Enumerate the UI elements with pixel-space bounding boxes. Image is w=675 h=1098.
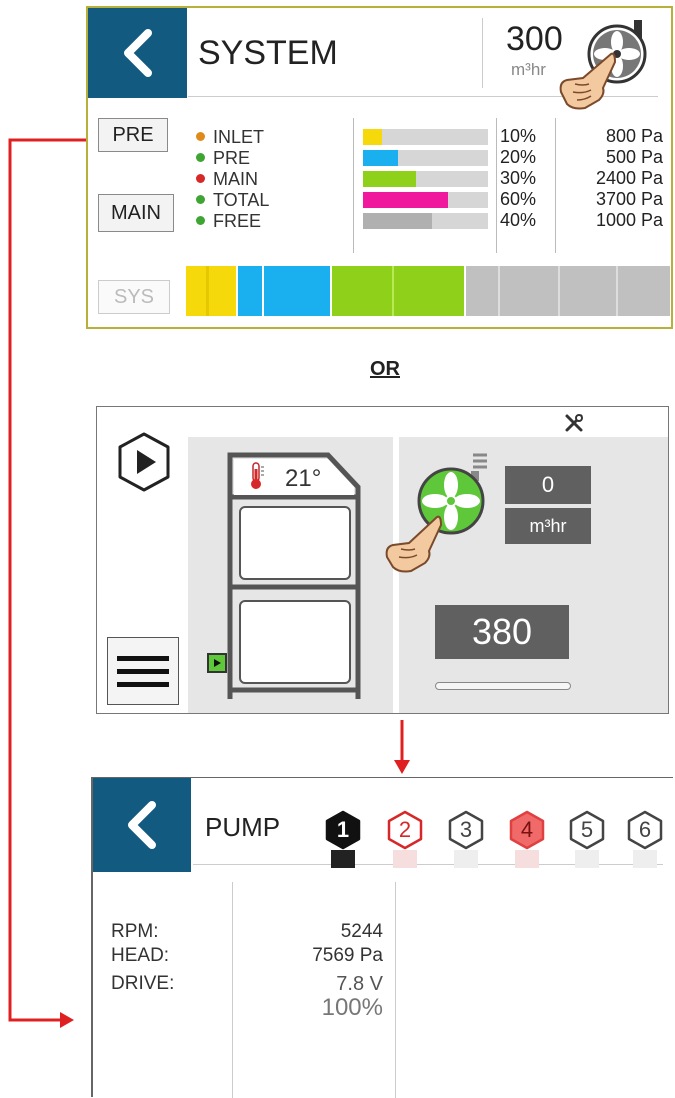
fan-flow-value: 0 <box>505 466 591 504</box>
menu-button[interactable] <box>107 637 179 705</box>
play-button[interactable] <box>113 431 175 493</box>
pump-tab-label: 5 <box>580 817 594 842</box>
pump-tab-indicator <box>393 850 417 868</box>
back-button[interactable] <box>93 778 191 872</box>
pump-tab-indicator <box>515 850 539 868</box>
pump-tab-label: 4 <box>520 817 534 842</box>
pump-tab-2[interactable]: 2 <box>385 810 425 850</box>
thermometer-icon <box>251 462 264 489</box>
divider <box>395 882 396 1098</box>
head-value: 7569 Pa <box>312 945 383 966</box>
run-indicator-icon <box>207 653 227 673</box>
pump-tab-6[interactable]: 6 <box>625 810 665 850</box>
pump-tab-label: 3 <box>459 817 473 842</box>
drive-label: DRIVE: <box>111 973 175 994</box>
rpm-value: 5244 <box>340 921 383 942</box>
pump-tab-1[interactable]: 1 <box>323 810 363 850</box>
head-label: HEAD: <box>111 945 170 966</box>
pump-tab-3[interactable]: 3 <box>446 810 486 850</box>
wrench-icon[interactable] <box>564 413 584 433</box>
pump-panel: PUMP 1 2 3 4 5 6 RPM: HEAD: DRIVE: 5244 7569 … <box>91 777 673 1098</box>
chevron-left-icon <box>128 801 156 849</box>
drive-percent: 100% <box>321 994 383 1021</box>
pump-tab-indicator <box>633 850 657 868</box>
setpoint-slider[interactable] <box>435 682 571 690</box>
pump-tab-4[interactable]: 4 <box>507 810 547 850</box>
pump-tab-label: 6 <box>638 817 652 842</box>
drive-value: 7.8 V <box>336 973 383 995</box>
pump-tab-indicator <box>331 850 355 868</box>
pump-tab-indicator <box>454 850 478 868</box>
temperature-value: 21° <box>285 465 322 492</box>
page-title: PUMP <box>205 812 281 842</box>
pump-tab-indicator <box>575 850 599 868</box>
touch-hand-icon <box>379 513 445 575</box>
home-panel: 21° 0 m³hr 380 <box>96 406 669 714</box>
divider <box>232 882 233 1098</box>
play-icon <box>118 432 170 492</box>
rpm-label: RPM: <box>111 921 159 942</box>
pump-tab-label: 2 <box>398 817 412 842</box>
pump-tab-5[interactable]: 5 <box>567 810 607 850</box>
pump-tab-label: 1 <box>336 817 350 842</box>
fan-flow-unit: m³hr <box>505 508 591 544</box>
setpoint-value[interactable]: 380 <box>435 605 569 659</box>
